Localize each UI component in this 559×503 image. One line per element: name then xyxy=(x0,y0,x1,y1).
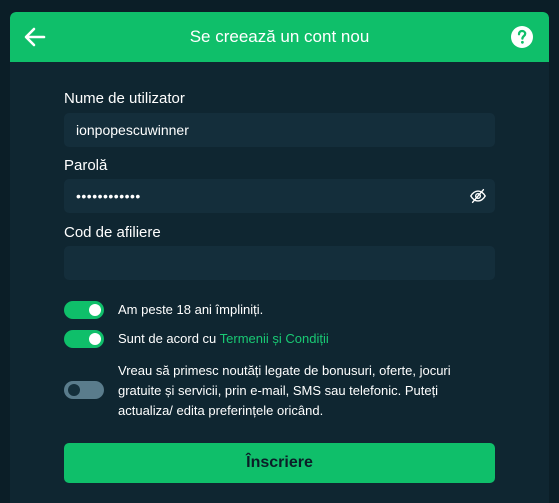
terms-link[interactable]: Termenii și Condiții xyxy=(220,331,329,346)
username-input[interactable] xyxy=(64,113,495,147)
eye-off-icon[interactable] xyxy=(469,187,487,205)
toggle-knob xyxy=(89,333,101,345)
register-button[interactable]: Înscriere xyxy=(64,443,495,483)
age-confirmation-text: Am peste 18 ani împliniți. xyxy=(118,302,264,317)
page-title: Se creează un cont nou xyxy=(189,27,370,46)
marketing-toggle[interactable] xyxy=(64,381,104,399)
age-confirmation-toggle[interactable] xyxy=(64,301,104,319)
password-input[interactable] xyxy=(64,179,495,213)
terms-toggle[interactable] xyxy=(64,330,104,348)
marketing-text: Vreau să primesc noutăți legate de bonus… xyxy=(118,363,451,418)
signup-panel: Se creează un cont nou Nume de utilizato… xyxy=(10,12,549,503)
username-label: Nume de utilizator xyxy=(64,90,185,107)
marketing-row: Vreau să primesc noutăți legate de bonus… xyxy=(64,361,495,421)
terms-text-prefix: Sunt de acord cu xyxy=(118,331,220,346)
age-confirmation-row: Am peste 18 ani împliniți. xyxy=(64,301,263,320)
toggle-knob xyxy=(89,304,101,316)
terms-row: Sunt de acord cu Termenii și Condiții xyxy=(64,330,329,349)
toggle-knob xyxy=(68,384,80,396)
terms-text: Sunt de acord cu Termenii și Condiții xyxy=(118,329,329,349)
affiliate-code-input[interactable] xyxy=(64,246,495,280)
help-circle-icon[interactable] xyxy=(510,25,534,49)
header-bar: Se creează un cont nou xyxy=(10,12,549,62)
password-label: Parolă xyxy=(64,157,108,174)
affiliate-code-label: Cod de afiliere xyxy=(64,224,161,241)
